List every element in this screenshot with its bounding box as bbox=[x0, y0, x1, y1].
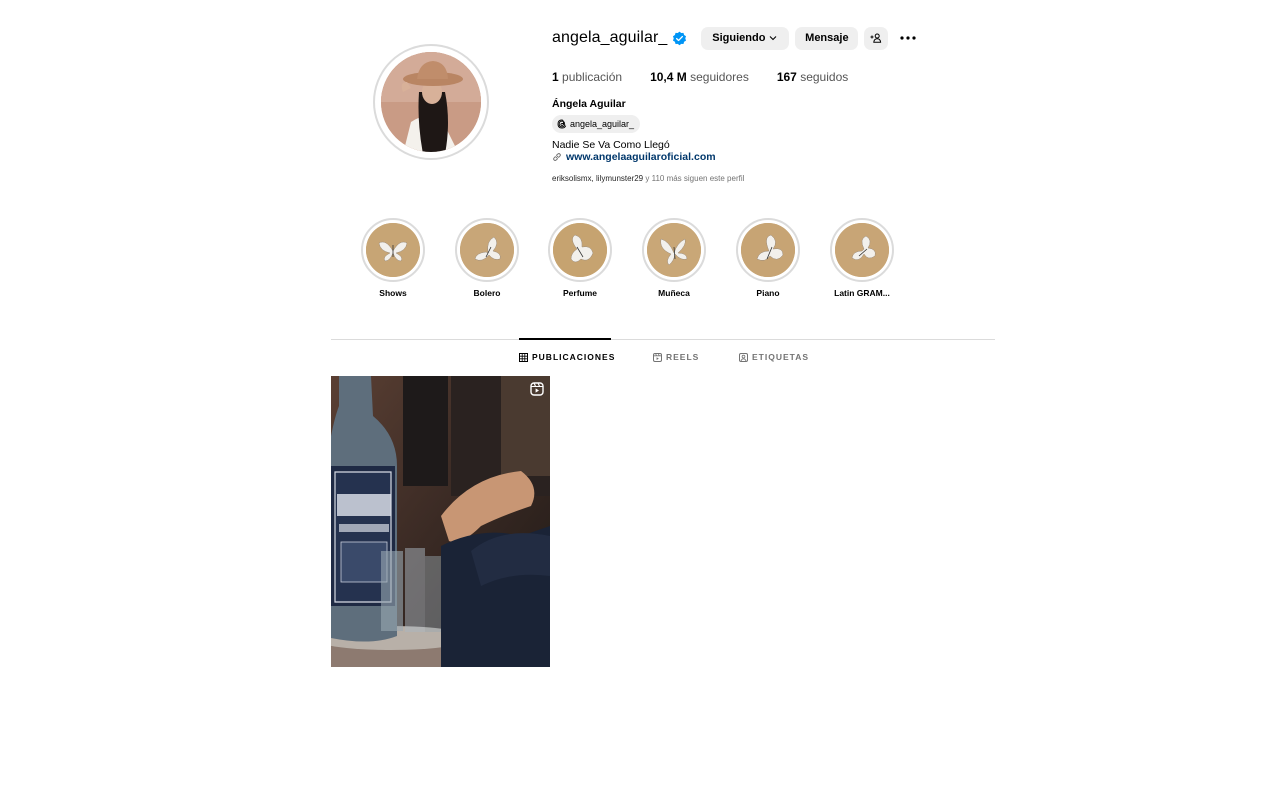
reel-indicator-icon bbox=[530, 382, 544, 396]
tab-label: PUBLICACIONES bbox=[532, 352, 616, 362]
tab-reels[interactable]: REELS bbox=[653, 340, 699, 374]
highlight-bolero[interactable]: Bolero bbox=[455, 218, 519, 298]
highlight-ring bbox=[830, 218, 894, 282]
highlight-perfume[interactable]: Perfume bbox=[548, 218, 612, 298]
highlight-latin-grammy[interactable]: Latin GRAM... bbox=[830, 218, 894, 298]
profile-avatar-ring[interactable] bbox=[373, 44, 489, 160]
highlight-ring bbox=[548, 218, 612, 282]
profile-username: angela_aguilar_ bbox=[552, 29, 668, 46]
butterfly-highlight-cover bbox=[366, 223, 420, 277]
butterfly-highlight-cover bbox=[647, 223, 701, 277]
highlight-label: Latin GRAM... bbox=[834, 288, 890, 298]
verified-badge-icon bbox=[673, 31, 687, 45]
profile-website-link[interactable]: www.angelaaguilaroficial.com bbox=[552, 151, 716, 163]
suggested-users-button[interactable] bbox=[864, 26, 889, 50]
highlight-label: Muñeca bbox=[658, 288, 690, 298]
profile-stats: 1 publicación 10,4 M seguidores 167 segu… bbox=[552, 70, 876, 84]
followers-count: 10,4 M bbox=[650, 70, 687, 84]
tab-label: REELS bbox=[666, 352, 700, 362]
threads-link-chip[interactable]: angela_aguilar_ bbox=[552, 115, 641, 133]
following-button-label: Siguiendo bbox=[712, 32, 766, 44]
highlight-label: Bolero bbox=[473, 288, 501, 298]
following-button[interactable]: Siguiendo bbox=[701, 26, 790, 50]
profile-avatar bbox=[381, 52, 481, 152]
add-user-icon bbox=[870, 33, 882, 43]
highlight-ring bbox=[455, 218, 519, 282]
profile-full-name: Ángela Aguilar bbox=[552, 98, 626, 110]
tab-label: ETIQUETAS bbox=[752, 352, 810, 362]
highlight-ring bbox=[736, 218, 800, 282]
posts-count: 1 bbox=[552, 70, 559, 84]
message-button[interactable]: Mensaje bbox=[795, 26, 859, 50]
highlight-ring bbox=[361, 218, 425, 282]
tab-etiquetas[interactable]: ETIQUETAS bbox=[739, 340, 809, 374]
followed-by-text[interactable]: eriksolismx, lilymunster29 y 110 más sig… bbox=[552, 174, 744, 183]
tab-publicaciones[interactable]: PUBLICACIONES bbox=[519, 340, 615, 374]
highlight-muneca[interactable]: Muñeca bbox=[642, 218, 706, 298]
threads-icon bbox=[557, 119, 567, 129]
butterfly-highlight-cover bbox=[741, 223, 795, 277]
highlight-label: Shows bbox=[379, 288, 407, 298]
posts-label: publicación bbox=[562, 70, 623, 84]
profile-website-text: www.angelaaguilaroficial.com bbox=[566, 151, 716, 163]
followers-label: seguidores bbox=[690, 70, 749, 84]
highlight-ring bbox=[642, 218, 706, 282]
followers-stat[interactable]: 10,4 M seguidores bbox=[650, 70, 749, 84]
more-options-button[interactable] bbox=[897, 27, 919, 50]
butterfly-highlight-cover bbox=[460, 223, 514, 277]
threads-handle: angela_aguilar_ bbox=[570, 119, 635, 129]
posts-count-stat: 1 publicación bbox=[552, 70, 622, 84]
highlight-label: Piano bbox=[756, 288, 780, 298]
following-count: 167 bbox=[776, 70, 797, 84]
tagged-icon bbox=[739, 352, 748, 362]
grid-icon bbox=[519, 352, 528, 362]
profile-bio: Nadie Se Va Como Llegó bbox=[552, 139, 670, 151]
post-thumbnail[interactable] bbox=[331, 376, 550, 667]
followed-by-rest: y 110 más siguen este perfil bbox=[643, 174, 745, 183]
butterfly-highlight-cover bbox=[835, 223, 889, 277]
profile-header-row: angela_aguilar_ Siguiendo Mensaje bbox=[552, 26, 919, 50]
more-options-icon bbox=[900, 36, 916, 40]
highlight-label: Perfume bbox=[562, 288, 597, 298]
highlight-piano[interactable]: Piano bbox=[736, 218, 800, 298]
following-label: seguidos bbox=[800, 70, 849, 84]
link-icon bbox=[553, 153, 561, 161]
followed-by-names: eriksolismx, lilymunster29 bbox=[552, 174, 644, 183]
chevron-down-icon bbox=[770, 36, 777, 41]
reels-icon bbox=[653, 352, 662, 362]
butterfly-highlight-cover bbox=[553, 223, 607, 277]
following-stat[interactable]: 167 seguidos bbox=[777, 70, 848, 84]
post-image bbox=[331, 376, 550, 667]
highlight-shows[interactable]: Shows bbox=[361, 218, 425, 298]
